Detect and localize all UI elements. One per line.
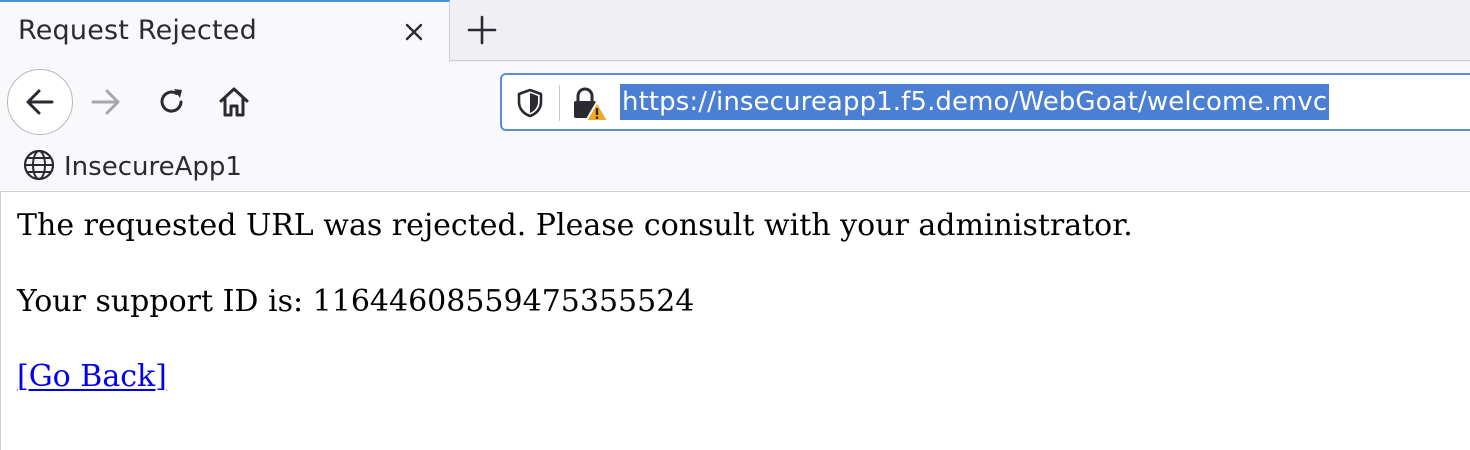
insecure-lock-warning-icon[interactable] <box>570 84 610 124</box>
url-separator <box>559 85 560 121</box>
bookmark-label: InsecureApp1 <box>64 152 242 182</box>
tracking-shield-icon[interactable] <box>514 87 546 119</box>
tab-strip: Request Rejected <box>0 0 1470 62</box>
bookmark-insecureapp1[interactable]: InsecureApp1 <box>22 148 242 186</box>
rejection-message: The requested URL was rejected. Please c… <box>17 208 1133 243</box>
new-tab-plus-icon[interactable] <box>462 10 502 50</box>
go-back-link[interactable]: [Go Back] <box>17 359 167 394</box>
reload-icon[interactable] <box>150 80 194 124</box>
bookmarks-toolbar: InsecureApp1 <box>0 142 1470 192</box>
navigation-toolbar: https://insecureapp1.f5.demo/WebGoat/wel… <box>0 62 1470 142</box>
url-text[interactable]: https://insecureapp1.f5.demo/WebGoat/wel… <box>620 84 1330 120</box>
home-icon[interactable] <box>212 80 256 124</box>
tab-request-rejected[interactable]: Request Rejected <box>0 0 450 62</box>
back-icon[interactable] <box>7 69 73 135</box>
go-back-paragraph: [Go Back] <box>17 359 167 394</box>
support-id-text: Your support ID is: 11644608559475355524 <box>17 284 695 319</box>
globe-icon <box>22 148 56 186</box>
tab-title: Request Rejected <box>18 15 257 46</box>
url-bar[interactable]: https://insecureapp1.f5.demo/WebGoat/wel… <box>500 73 1470 131</box>
page-content: The requested URL was rejected. Please c… <box>0 192 1470 450</box>
forward-icon[interactable] <box>84 80 128 124</box>
close-icon[interactable] <box>398 16 430 48</box>
tab-strip-divider <box>450 60 1470 61</box>
